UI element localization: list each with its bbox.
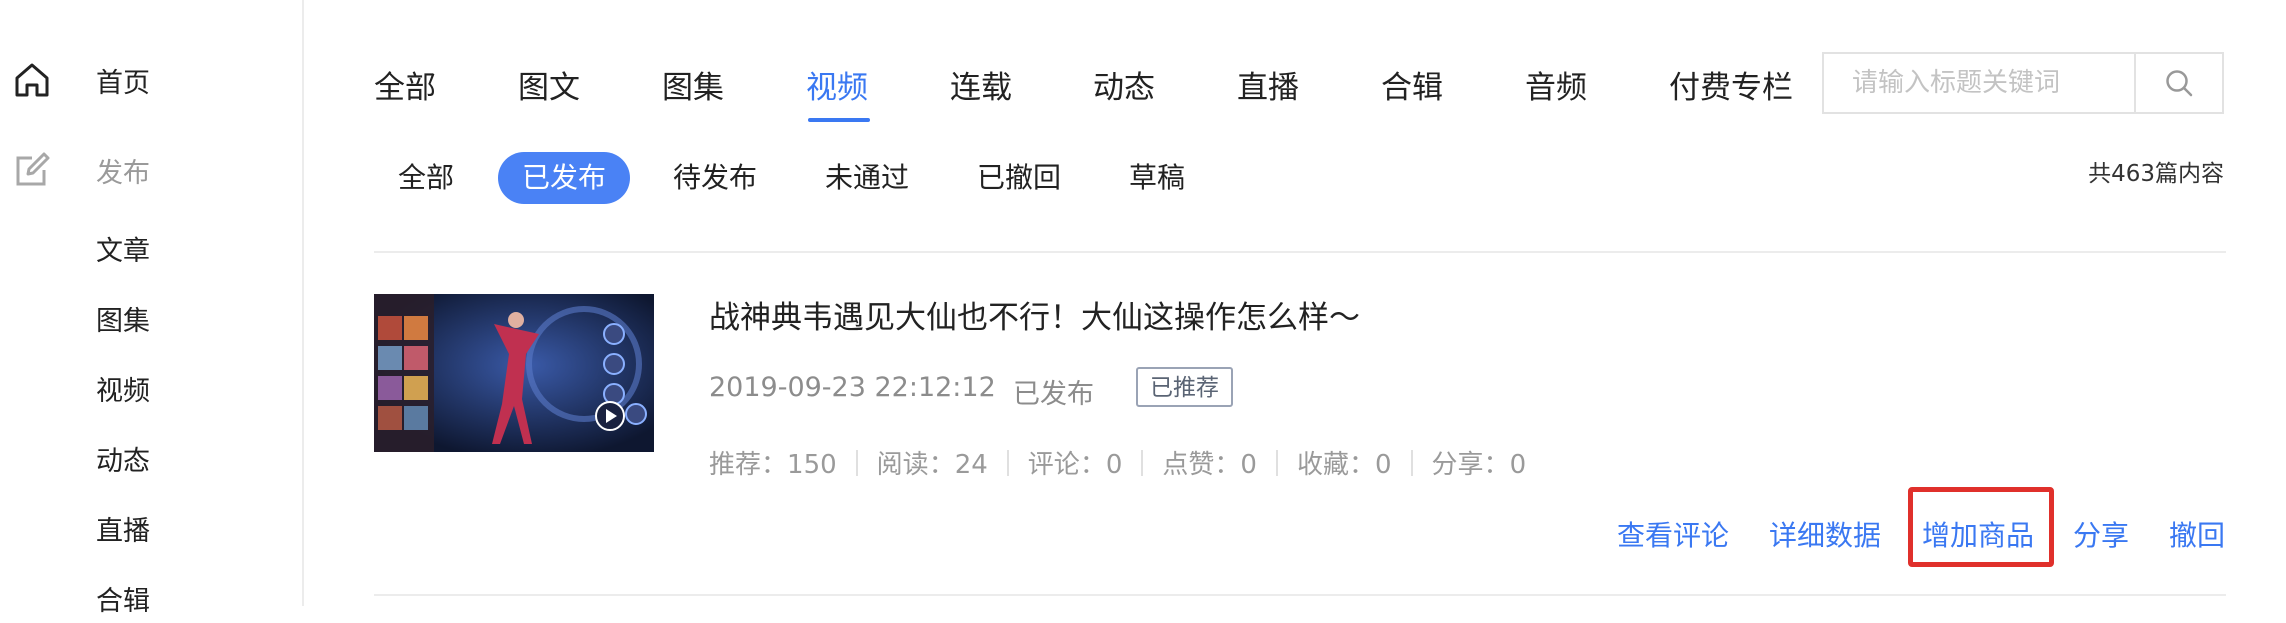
detail-data-link[interactable]: 详细数据 <box>1769 514 1881 554</box>
divider <box>374 594 2226 596</box>
publish-date: 2019-09-23 22:12:12 <box>709 372 996 403</box>
share-link[interactable]: 分享 <box>2073 514 2129 554</box>
sidebar-item-label: 视频 <box>96 375 150 407</box>
subtab-rejected[interactable]: 未通过 <box>825 152 909 204</box>
subtab-withdrawn[interactable]: 已撤回 <box>977 152 1061 204</box>
subtab-drafts[interactable]: 草稿 <box>1129 152 1185 204</box>
tab-gallery[interactable]: 图集 <box>662 62 724 107</box>
tab-audio[interactable]: 音频 <box>1525 62 1587 107</box>
withdraw-link[interactable]: 撤回 <box>2169 514 2225 554</box>
stat-like: 点赞：0 <box>1162 450 1257 480</box>
stat-favorite: 收藏：0 <box>1296 450 1392 480</box>
stat-separator <box>1141 449 1144 476</box>
sidebar-item-label: 直播 <box>96 515 150 547</box>
divider <box>374 251 2226 253</box>
tab-collection[interactable]: 合辑 <box>1381 62 1443 107</box>
stat-share: 分享：0 <box>1431 450 1527 480</box>
stat-separator <box>1275 449 1278 476</box>
sidebar-item-label: 图集 <box>96 305 150 337</box>
search-icon <box>2166 70 2193 97</box>
tab-video[interactable]: 视频 <box>806 62 868 107</box>
sidebar-publish-label: 发布 <box>96 157 150 189</box>
subtab-pending[interactable]: 待发布 <box>673 152 757 204</box>
sidebar: 首页 发布 文章 图集 视频 动态 直播 合辑 <box>0 0 304 617</box>
article-stats: 推荐：150 阅读：24 评论：0 点赞：0 收藏：0 分享：0 <box>709 444 1526 481</box>
sidebar-item-label: 合辑 <box>96 585 150 617</box>
stat-separator <box>1006 449 1009 476</box>
search-input[interactable] <box>1824 54 2134 112</box>
stat-comment: 评论：0 <box>1027 450 1123 480</box>
recommended-badge: 已推荐 <box>1136 367 1233 407</box>
stat-separator <box>1410 449 1413 476</box>
tab-live[interactable]: 直播 <box>1237 62 1299 107</box>
tab-all[interactable]: 全部 <box>374 62 436 107</box>
highlight-box <box>1908 487 2054 567</box>
stat-read: 阅读：24 <box>876 450 988 480</box>
publish-status: 已发布 <box>1013 379 1094 410</box>
stat-separator <box>855 449 858 476</box>
sidebar-item-label: 动态 <box>96 445 150 477</box>
tab-serial[interactable]: 连载 <box>950 62 1012 107</box>
view-comments-link[interactable]: 查看评论 <box>1617 514 1729 554</box>
subtab-published[interactable]: 已发布 <box>498 152 631 204</box>
search-button[interactable] <box>2134 54 2222 112</box>
active-tab-indicator <box>808 118 870 122</box>
home-icon <box>15 63 49 97</box>
video-thumbnail-image <box>374 294 654 452</box>
content-count: 共463篇内容 <box>2088 161 2224 187</box>
sidebar-home-label: 首页 <box>96 67 150 99</box>
search-box <box>1822 52 2224 114</box>
stat-recommend: 推荐：150 <box>709 450 837 480</box>
edit-icon <box>16 152 50 186</box>
tab-image-text[interactable]: 图文 <box>518 62 580 107</box>
subtab-all[interactable]: 全部 <box>398 152 454 204</box>
tab-paid-column[interactable]: 付费专栏 <box>1669 62 1793 107</box>
video-thumbnail[interactable] <box>374 294 654 452</box>
sidebar-item-label: 文章 <box>96 235 150 267</box>
tab-moments[interactable]: 动态 <box>1093 62 1155 107</box>
article-title[interactable]: 战神典韦遇见大仙也不行！大仙这操作怎么样～ <box>709 292 1360 337</box>
